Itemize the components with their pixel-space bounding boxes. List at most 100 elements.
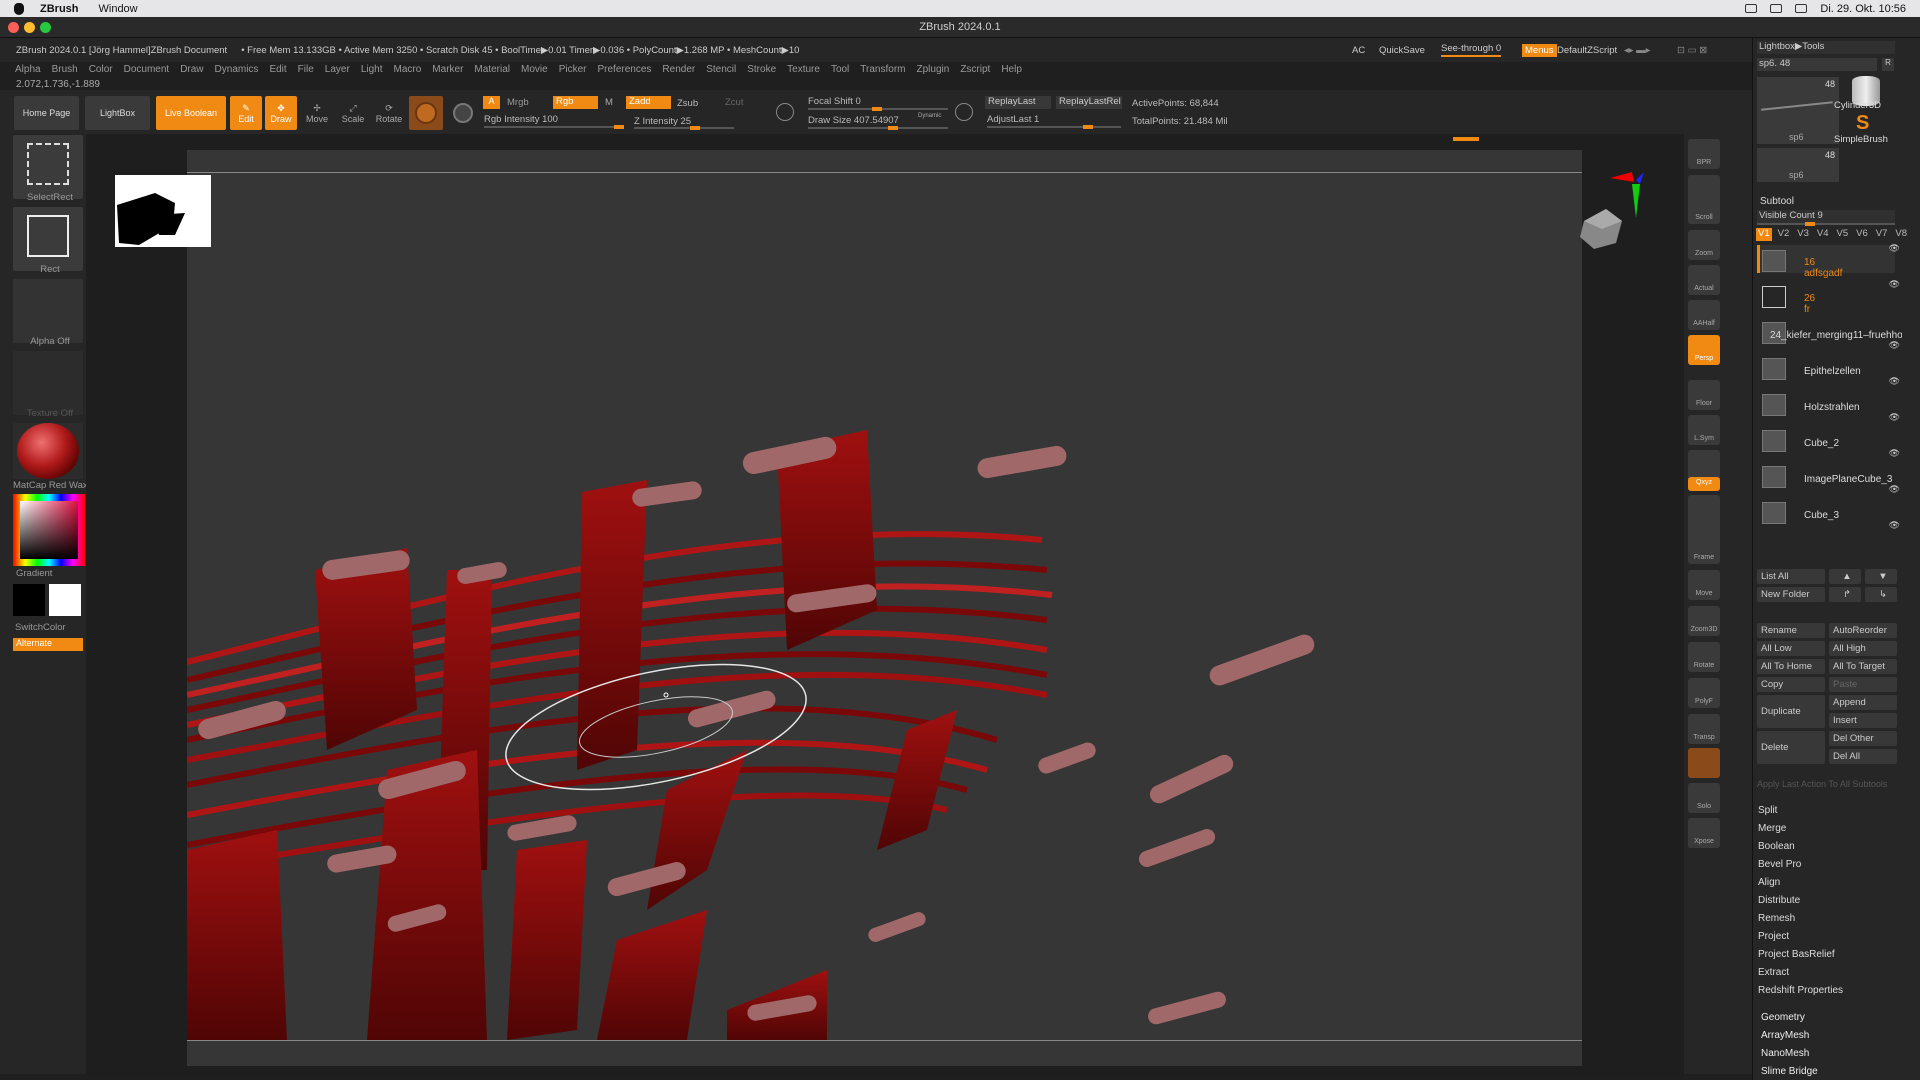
shelf-button-rotate[interactable]: Rotate — [1688, 642, 1720, 672]
version-tab-v1[interactable]: V1 — [1756, 228, 1772, 241]
menu-material[interactable]: Material — [474, 64, 510, 75]
menu-edit[interactable]: Edit — [269, 64, 286, 75]
menu-light[interactable]: Light — [361, 64, 383, 75]
subtool-item[interactable]: Cube_2 👁 — [1760, 426, 1900, 460]
rect-button[interactable] — [13, 207, 83, 271]
simplebrush-icon[interactable]: S — [1856, 112, 1869, 135]
switchcolor-button[interactable]: SwitchColor — [15, 622, 89, 633]
plugin-nanomesh[interactable]: NanoMesh — [1761, 1048, 1809, 1059]
version-tab-v7[interactable]: V7 — [1874, 228, 1890, 241]
3d-viewport[interactable] — [187, 150, 1582, 1066]
folder-up-icon[interactable]: ↱ — [1829, 587, 1861, 602]
minimize-icon[interactable] — [24, 22, 35, 33]
del-all-button[interactable]: Del All — [1829, 749, 1897, 764]
append-button[interactable]: Append — [1829, 695, 1897, 710]
version-tab-v8[interactable]: V8 — [1893, 228, 1909, 241]
secondary-color-swatch[interactable] — [13, 584, 45, 616]
menu-dynamics[interactable]: Dynamics — [215, 64, 259, 75]
shelf-button-l-sym[interactable]: L.Sym — [1688, 415, 1720, 445]
menu-draw[interactable]: Draw — [180, 64, 203, 75]
shelf-button-solo[interactable]: Solo — [1688, 783, 1720, 813]
live-boolean-button[interactable]: Live Boolean — [156, 96, 226, 130]
draw-button[interactable]: ✥ Draw — [265, 96, 297, 130]
visibility-eye-icon[interactable]: 👁 — [1889, 279, 1900, 290]
orientation-cube-icon[interactable] — [1576, 207, 1624, 251]
window-icons[interactable]: ⊡ ▭ ⊠ — [1677, 45, 1707, 56]
rgb-intensity-handle[interactable] — [614, 125, 624, 129]
move-down-icon[interactable]: ▼ — [1865, 569, 1897, 584]
stroke-icon[interactable] — [448, 96, 478, 130]
menu-preferences[interactable]: Preferences — [597, 64, 651, 75]
lightbox-button[interactable]: LightBox — [85, 96, 150, 130]
adjust-last-handle[interactable] — [1083, 125, 1093, 129]
material-button[interactable] — [13, 423, 83, 479]
mrgb-button[interactable]: Mrgb — [507, 97, 529, 108]
op-extract[interactable]: Extract — [1758, 967, 1789, 978]
menu-stroke[interactable]: Stroke — [747, 64, 776, 75]
visible-count-track[interactable] — [1757, 222, 1895, 226]
visibility-eye-icon[interactable]: 👁 — [1889, 412, 1900, 423]
z-intensity-track[interactable] — [634, 126, 734, 130]
menu-help[interactable]: Help — [1001, 64, 1022, 75]
draw-size-handle[interactable] — [888, 126, 898, 130]
adjust-last-track[interactable] — [987, 125, 1121, 129]
see-through-slider[interactable]: See-through 0 — [1441, 43, 1502, 57]
shelf-button-qxyz[interactable]: Qxyz — [1688, 477, 1720, 491]
duplicate-button[interactable]: Duplicate — [1757, 695, 1825, 728]
window-menu[interactable]: Window — [99, 3, 138, 15]
ac-button[interactable]: AC — [1352, 45, 1365, 56]
folder-down-icon[interactable]: ↳ — [1865, 587, 1897, 602]
menu-tool[interactable]: Tool — [831, 64, 849, 75]
a-button[interactable]: A — [483, 96, 500, 109]
op-project-basrelief[interactable]: Project BasRelief — [1758, 949, 1835, 960]
selectrect-button[interactable] — [13, 135, 83, 199]
control-center-icon[interactable] — [1795, 4, 1808, 13]
op-align[interactable]: Align — [1758, 877, 1780, 888]
color-picker[interactable] — [13, 494, 85, 566]
clock[interactable]: Di. 29. Okt. 10:56 — [1820, 3, 1906, 15]
paste-button[interactable]: Paste — [1829, 677, 1897, 692]
mesh-render[interactable] — [187, 150, 1582, 1066]
wifi-icon[interactable] — [1745, 4, 1758, 13]
subtool-item[interactable]: ImagePlaneCube_3 👁 — [1760, 462, 1900, 496]
menu-brush[interactable]: Brush — [52, 64, 78, 75]
primary-color-swatch[interactable] — [49, 584, 81, 616]
focal-shift-slider[interactable]: Focal Shift 0 — [808, 96, 861, 107]
app-menu[interactable]: ZBrush — [40, 3, 79, 15]
texture-button[interactable] — [13, 351, 83, 415]
op-split[interactable]: Split — [1758, 805, 1777, 816]
shelf-button-polyf[interactable]: PolyF — [1688, 678, 1720, 708]
shelf-button-zoom3d[interactable]: Zoom3D — [1688, 606, 1720, 636]
focal-shift-handle[interactable] — [872, 107, 882, 111]
menu-stencil[interactable]: Stencil — [706, 64, 736, 75]
op-redshift-properties[interactable]: Redshift Properties — [1758, 985, 1843, 996]
shelf-button-actual[interactable]: Actual — [1688, 265, 1720, 295]
new-folder-button[interactable]: New Folder — [1757, 587, 1825, 602]
visible-count-handle[interactable] — [1805, 222, 1815, 226]
version-tab-v3[interactable]: V3 — [1795, 228, 1811, 241]
color-square[interactable] — [20, 501, 78, 559]
move-button[interactable]: ✢ Move — [301, 96, 333, 130]
op-merge[interactable]: Merge — [1758, 823, 1786, 834]
menu-texture[interactable]: Texture — [787, 64, 820, 75]
shelf-button-zoom[interactable]: Zoom — [1688, 230, 1720, 260]
op-distribute[interactable]: Distribute — [1758, 895, 1800, 906]
menu-zscript[interactable]: Zscript — [960, 64, 990, 75]
shelf-button-xpose[interactable]: Xpose — [1688, 818, 1720, 848]
shelf-button-icon-19[interactable] — [1688, 748, 1720, 778]
quicksave-button[interactable]: QuickSave — [1379, 45, 1425, 56]
op-project[interactable]: Project — [1758, 931, 1789, 942]
alternate-button[interactable]: Alternate — [13, 638, 83, 651]
copy-button[interactable]: Copy — [1757, 677, 1825, 692]
replay-last-rel-button[interactable]: ReplayLastRel — [1056, 96, 1122, 109]
lightbox-tools-header[interactable]: Lightbox▶Tools — [1757, 41, 1895, 54]
subtool-item[interactable]: Epithelzellen 👁 — [1760, 354, 1900, 388]
tool-thumbnail-sp6-2[interactable]: 48 sp6 — [1757, 148, 1839, 182]
dynamic-toggle[interactable]: Dynamic — [918, 113, 941, 119]
shelf-button-move[interactable]: Move — [1688, 570, 1720, 600]
r-button[interactable]: R — [1882, 58, 1894, 71]
subtool-item[interactable]: 16 adfsgadf 👁 — [1760, 243, 1900, 280]
rgb-button[interactable]: Rgb — [553, 96, 598, 109]
rgb-intensity-track[interactable] — [484, 125, 624, 129]
op-boolean[interactable]: Boolean — [1758, 841, 1795, 852]
